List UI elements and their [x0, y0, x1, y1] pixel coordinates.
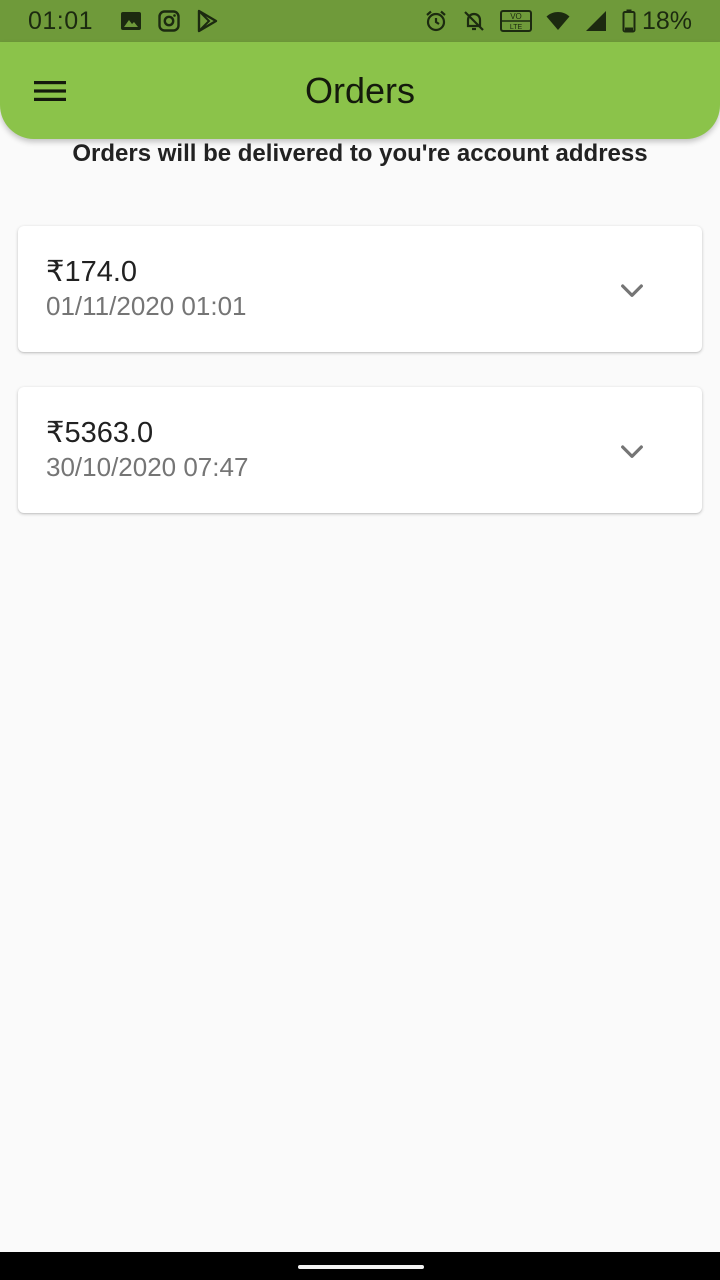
app-bar: Orders: [0, 42, 720, 139]
status-bar-right: VO LTE 18%: [410, 7, 692, 36]
svg-text:VO: VO: [510, 12, 522, 21]
order-card[interactable]: ₹174.0 01/11/2020 01:01: [18, 226, 702, 352]
status-bar: 01:01 VO LTE 18%: [0, 0, 720, 42]
home-gesture-handle[interactable]: [298, 1265, 424, 1269]
alarm-icon: [426, 10, 446, 32]
signal-icon: [585, 11, 606, 31]
chevron-down-icon[interactable]: [616, 274, 648, 306]
order-date: 01/11/2020 01:01: [46, 291, 247, 321]
gallery-icon: [121, 12, 142, 30]
play-store-icon: [197, 9, 218, 33]
navigation-bar: [0, 1252, 720, 1280]
hamburger-menu-icon: [34, 81, 66, 101]
status-time: 01:01: [28, 6, 94, 35]
instagram-icon: [158, 10, 180, 32]
order-date: 30/10/2020 07:47: [46, 452, 249, 482]
volte-icon: VO LTE: [499, 10, 532, 32]
order-amount: ₹5363.0: [46, 417, 154, 449]
page-title: Orders: [304, 69, 416, 111]
delivery-note: Orders will be delivered to you're accou…: [72, 140, 648, 167]
battery-percent: 18%: [641, 6, 692, 35]
wifi-icon: [546, 12, 570, 30]
svg-text:LTE: LTE: [510, 24, 523, 31]
battery-icon: [622, 9, 636, 33]
status-bar-left: 01:01: [28, 7, 233, 36]
order-card[interactable]: ₹5363.0 30/10/2020 07:47: [18, 387, 702, 513]
chevron-down-icon[interactable]: [616, 435, 648, 467]
menu-button[interactable]: [22, 66, 78, 116]
bell-off-icon: [464, 11, 484, 31]
order-amount: ₹174.0: [46, 256, 138, 288]
